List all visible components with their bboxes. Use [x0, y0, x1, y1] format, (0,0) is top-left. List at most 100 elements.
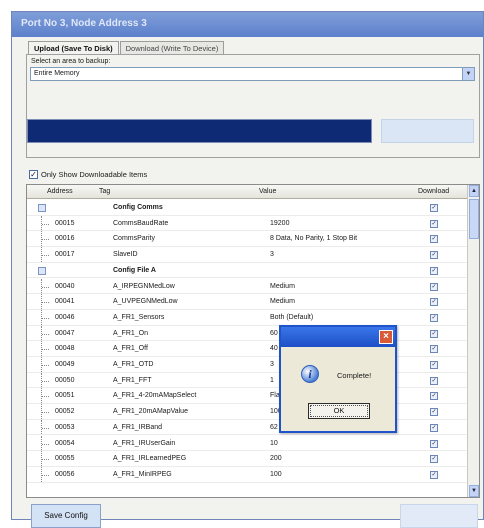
- download-checkbox[interactable]: ✓: [430, 282, 438, 291]
- table-row[interactable]: 00015 CommsBaudRate 19200 ✓: [27, 215, 467, 232]
- table-row[interactable]: 00047 A_FR1_On 60 ✓: [27, 325, 467, 342]
- scroll-up-icon[interactable]: ▲: [469, 185, 479, 197]
- cell-value: 10: [270, 439, 278, 447]
- table-row[interactable]: 00053A_FR1_IRBand62 Hz✓: [27, 419, 467, 436]
- table-row[interactable]: 00055 A_FR1_IRLearnedPEG 200 ✓: [27, 451, 467, 467]
- download-checkbox[interactable]: ✓: [430, 235, 438, 244]
- close-icon[interactable]: ×: [379, 330, 393, 344]
- download-checkbox[interactable]: ✓: [430, 219, 438, 228]
- dialog-message: Complete!: [337, 371, 372, 380]
- tree-line: [41, 404, 51, 419]
- cell-address: 00041: [55, 298, 75, 306]
- table-row[interactable]: 00017 SlaveID 3 ✓: [27, 247, 467, 263]
- tree-line: [41, 341, 51, 356]
- cell-address: 00017: [55, 251, 75, 259]
- table-row[interactable]: 00016 CommsParity 8 Data, No Parity, 1 Sto…: [27, 231, 467, 248]
- grid-header: Address Tag Value Download: [27, 185, 479, 199]
- download-checkbox[interactable]: ✓: [430, 455, 438, 464]
- download-checkbox[interactable]: ✓: [430, 376, 438, 385]
- window-title: Port No 3, Node Address 3: [12, 12, 483, 37]
- download-checkbox[interactable]: ✓: [430, 329, 438, 338]
- cell-tag: Config File A: [113, 266, 156, 274]
- collapse-icon[interactable]: [38, 204, 46, 212]
- tab-download[interactable]: Download (Write To Device): [119, 41, 225, 54]
- cell-value: Medium: [270, 282, 295, 290]
- download-checkbox[interactable]: ✓: [430, 439, 438, 448]
- cell-tag: A_UVPEGNMedLow: [113, 298, 178, 306]
- table-row[interactable]: 00041 A_UVPEGNMedLow Medium ✓: [27, 294, 467, 310]
- download-checkbox[interactable]: ✓: [430, 298, 438, 307]
- ok-button[interactable]: OK: [308, 403, 370, 419]
- table-row[interactable]: 00054 A_FR1_IRUserGain 10 ✓: [27, 435, 467, 452]
- cell-tag: A_IRPEGNMedLow: [113, 282, 175, 290]
- download-checkbox[interactable]: ✓: [430, 266, 438, 275]
- cell-address: 00016: [55, 235, 75, 243]
- cell-address: 00050: [55, 376, 75, 384]
- download-checkbox[interactable]: ✓: [430, 251, 438, 260]
- cell-tag: A_FR1_On: [113, 329, 149, 337]
- cell-address: 00056: [55, 470, 75, 478]
- tree-line: [41, 325, 51, 341]
- cell-tag: Config Comms: [113, 204, 163, 211]
- cell-address: 00055: [55, 455, 75, 463]
- download-checkbox[interactable]: ✓: [430, 361, 438, 369]
- cell-address: 00051: [55, 392, 75, 400]
- cell-tag: SlaveID: [113, 251, 138, 259]
- cell-address: 00049: [55, 361, 75, 368]
- col-address-header[interactable]: Address: [47, 188, 73, 195]
- cell-address: 00040: [55, 282, 75, 290]
- table-row[interactable]: 00049 A_FR1_OTD 3 ✓: [27, 357, 467, 373]
- upload-button[interactable]: [381, 119, 474, 143]
- table-row[interactable]: 00046 A_FR1_Sensors Both (Default) ✓: [27, 309, 467, 326]
- table-row[interactable]: 00056 A_FR1_MinIRPEG 100 ✓: [27, 466, 467, 483]
- table-row[interactable]: 00040 A_IRPEGNMedLow Medium ✓: [27, 278, 467, 295]
- tab-strip: Upload (Save To Disk) Download (Write To…: [28, 41, 225, 55]
- group-row[interactable]: Config File A ✓: [27, 263, 467, 279]
- cell-address: 00015: [55, 219, 75, 227]
- cell-value: 8 Data, No Parity, 1 Stop Bit: [270, 235, 358, 243]
- tree-line: [41, 231, 51, 247]
- exit-button[interactable]: [400, 504, 478, 528]
- download-checkbox[interactable]: ✓: [430, 408, 438, 417]
- cell-value: 100: [270, 470, 282, 478]
- group-row[interactable]: Config Comms ✓: [27, 200, 467, 216]
- cell-tag: A_FR1_OTD: [113, 361, 154, 368]
- scroll-thumb[interactable]: [469, 199, 479, 239]
- download-checkbox[interactable]: ✓: [430, 204, 438, 212]
- tree-line: [41, 215, 51, 231]
- cell-tag: A_FR1_IRUserGain: [113, 439, 176, 447]
- col-tag-header[interactable]: Tag: [99, 188, 110, 195]
- tree-line: [41, 466, 51, 482]
- collapse-icon[interactable]: [38, 266, 46, 275]
- tree-line: [41, 309, 51, 325]
- tab-upload[interactable]: Upload (Save To Disk): [28, 41, 119, 55]
- table-row[interactable]: 00052 A_FR1_20mAMapValue 100 ✓: [27, 404, 467, 420]
- download-checkbox[interactable]: ✓: [430, 345, 438, 354]
- tree-line: [41, 357, 51, 372]
- tree-line: [41, 278, 51, 294]
- col-download-header[interactable]: Download: [418, 188, 449, 195]
- vertical-scrollbar[interactable]: ▲ ▼: [467, 185, 479, 497]
- progress-fill: [28, 120, 371, 142]
- area-select-value: Entire Memory: [34, 70, 80, 77]
- download-checkbox[interactable]: ✓: [430, 470, 438, 479]
- table-row[interactable]: 00050 A_FR1_FFT 1 ✓: [27, 372, 467, 389]
- cell-tag: CommsBaudRate: [113, 219, 169, 227]
- table-row[interactable]: 00048 A_FR1_Off 40 ✓: [27, 341, 467, 357]
- cell-address: 00052: [55, 408, 75, 416]
- download-checkbox[interactable]: ✓: [430, 392, 438, 401]
- progress-bar: [27, 119, 372, 143]
- tree-line: [41, 247, 51, 262]
- cell-value: Both (Default): [270, 313, 314, 321]
- col-value-header[interactable]: Value: [259, 188, 276, 195]
- download-checkbox[interactable]: ✓: [430, 423, 438, 432]
- cell-value: 40: [270, 345, 278, 353]
- dropdown-arrow-icon[interactable]: ▼: [462, 68, 474, 80]
- filter-checkbox[interactable]: ✓: [29, 170, 38, 179]
- cell-address: 00047: [55, 329, 75, 337]
- table-row[interactable]: 00051A_FR1_4-20mAMapSelectFlame✓: [27, 388, 467, 405]
- area-select[interactable]: Entire Memory ▼: [30, 67, 475, 81]
- scroll-down-icon[interactable]: ▼: [469, 485, 479, 497]
- download-checkbox[interactable]: ✓: [430, 313, 438, 322]
- save-config-button[interactable]: Save Config: [31, 504, 101, 528]
